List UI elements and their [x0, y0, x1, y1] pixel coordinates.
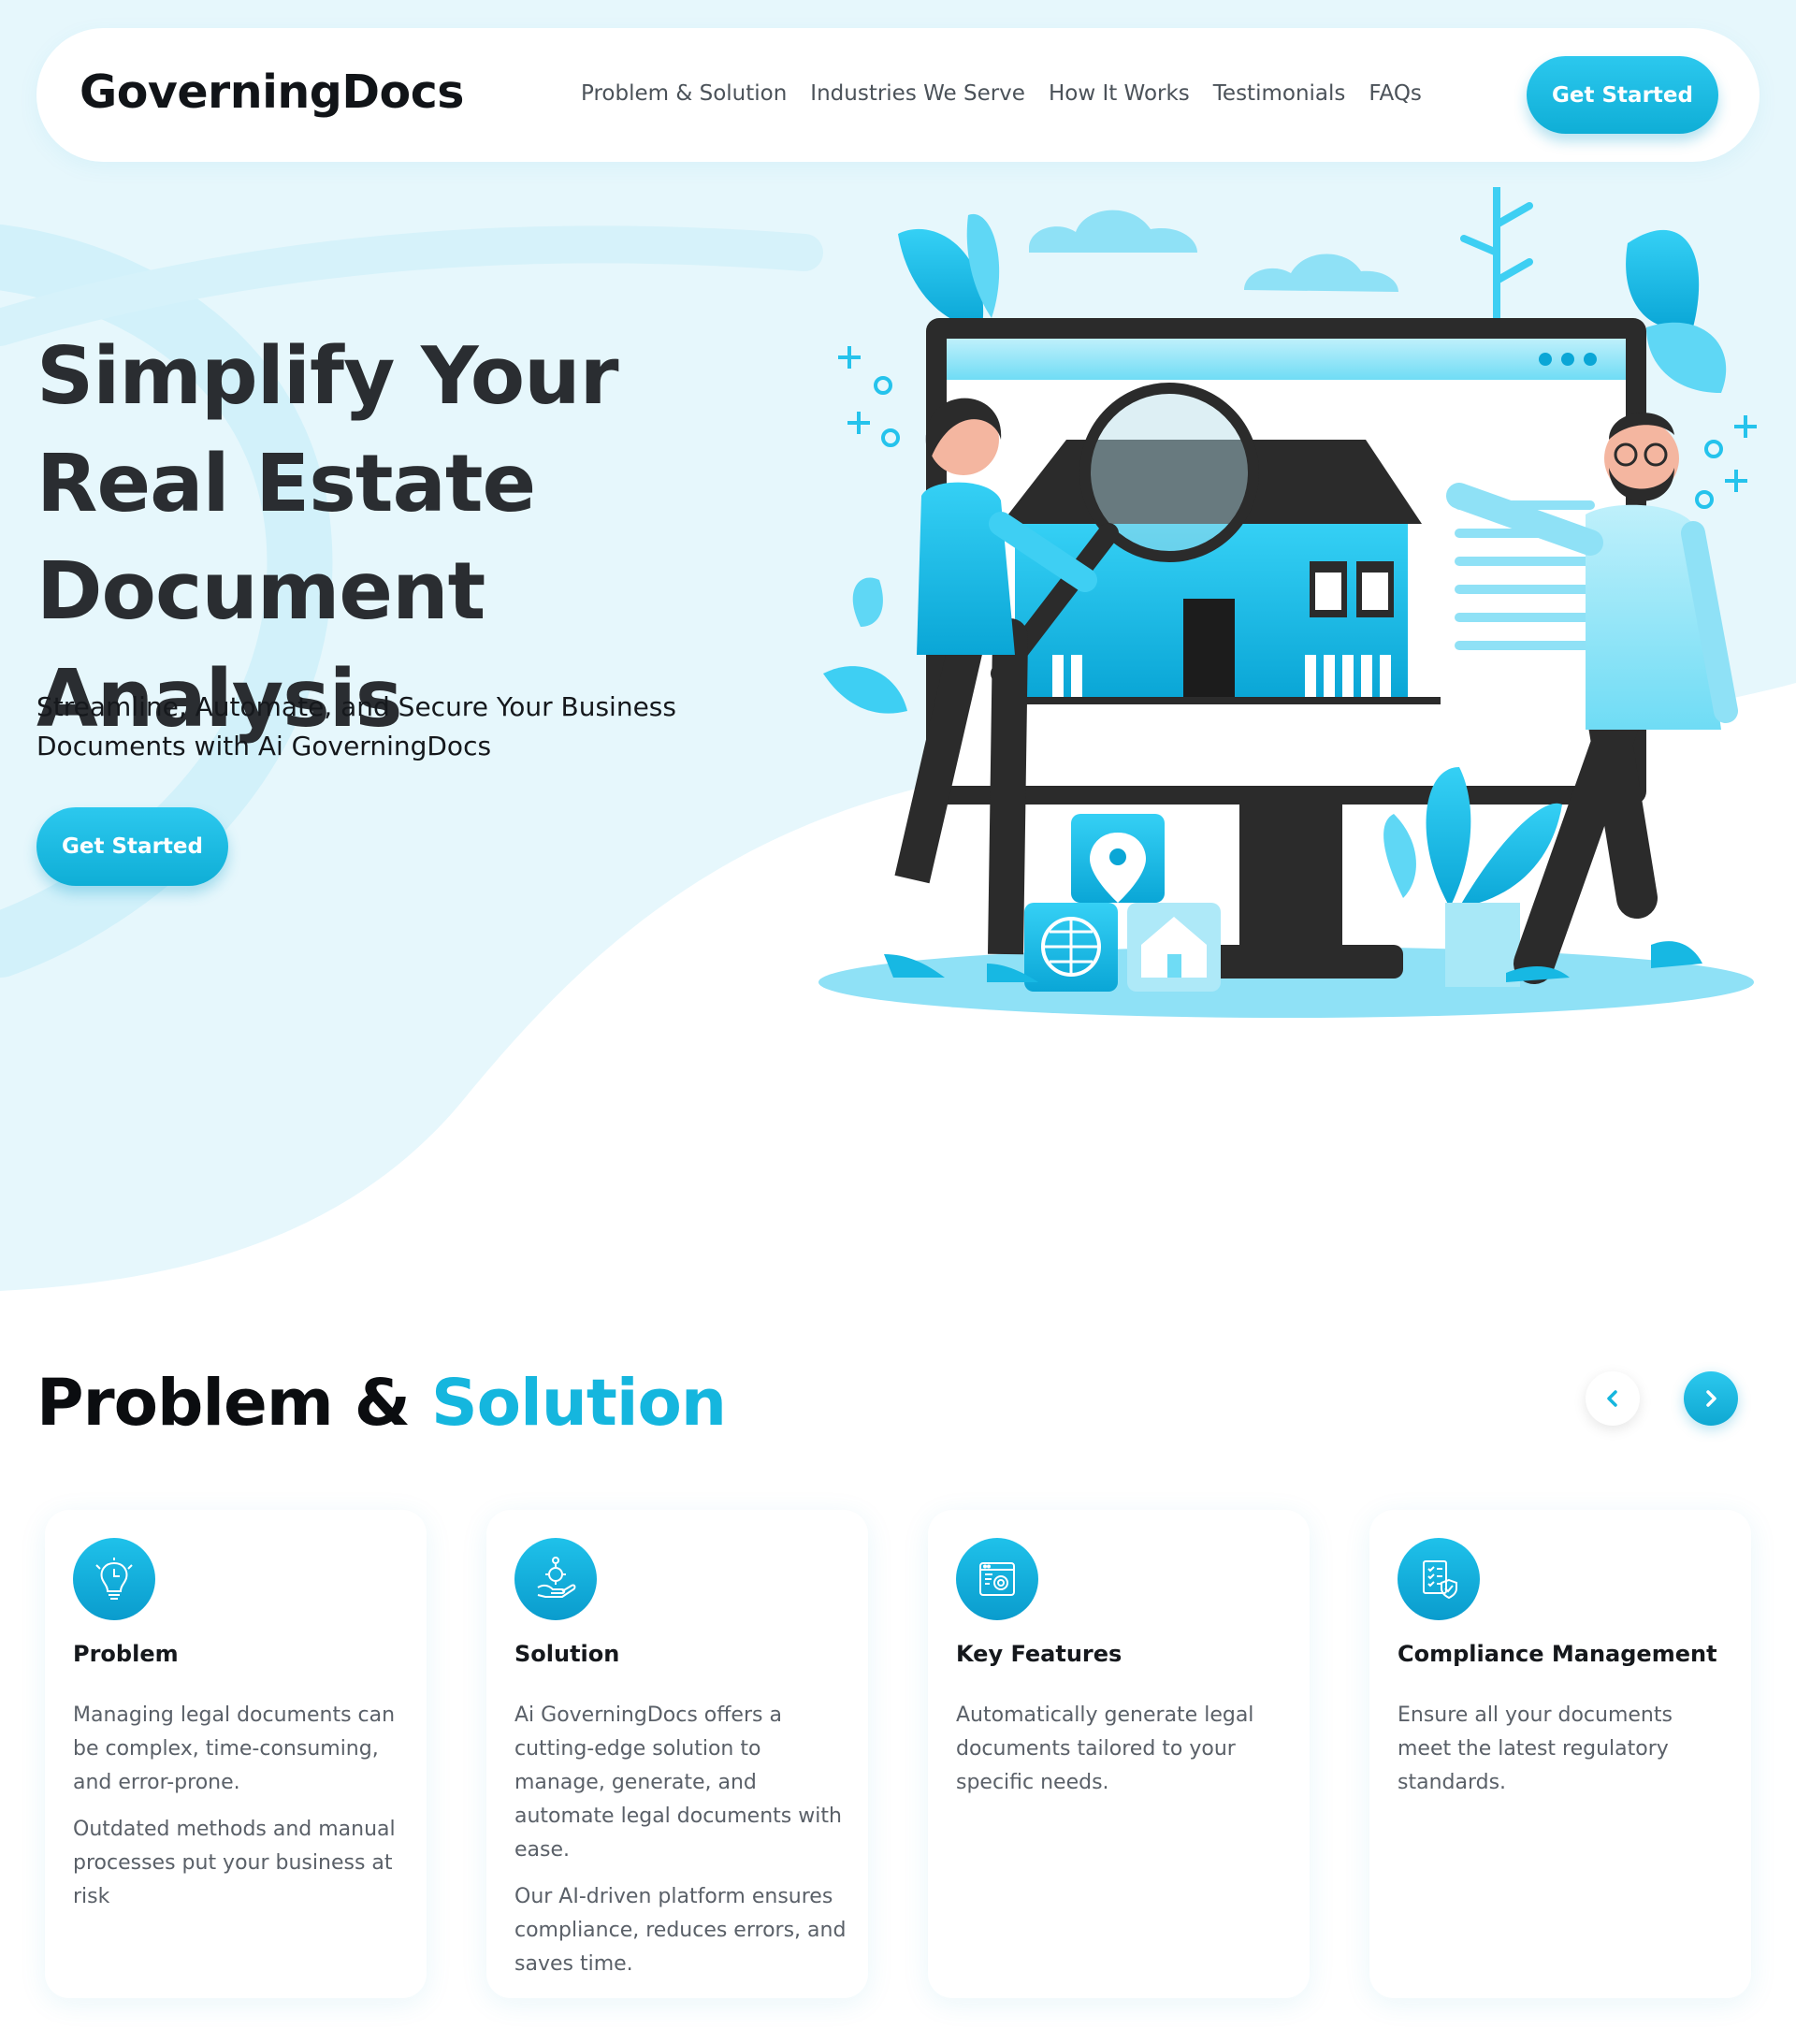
chevron-left-icon — [1607, 1390, 1617, 1407]
nav-link-industries[interactable]: Industries We Serve — [810, 77, 1025, 111]
carousel-prev-button[interactable] — [1586, 1371, 1640, 1426]
hero-illustration — [818, 187, 1757, 1018]
hand-gear-icon — [514, 1538, 597, 1620]
header-get-started-button[interactable]: Get Started — [1527, 56, 1718, 134]
section-title: Problem & Solution — [36, 1366, 727, 1441]
card-body: Ensure all your documents meet the lates… — [1398, 1699, 1730, 1813]
card-paragraph: Automatically generate legal documents t… — [956, 1703, 1254, 1794]
card-paragraph: Outdated methods and manual processes pu… — [73, 1818, 396, 1908]
site-header: GoverningDocs Problem & Solution Industr… — [36, 28, 1760, 162]
card-solution: Solution Ai GoverningDocs offers a cutti… — [486, 1510, 868, 1998]
hero-get-started-button[interactable]: Get Started — [36, 807, 228, 886]
lightbulb-puzzle-icon — [73, 1538, 155, 1620]
card-body: Managing legal documents can be complex,… — [73, 1699, 405, 1927]
nav-link-problem-solution[interactable]: Problem & Solution — [581, 77, 787, 111]
checklist-shield-icon — [1398, 1538, 1480, 1620]
carousel-next-button[interactable] — [1684, 1371, 1738, 1426]
card-paragraph: Ensure all your documents meet the lates… — [1398, 1703, 1673, 1794]
card-paragraph: Ai GoverningDocs offers a cutting-edge s… — [514, 1703, 842, 1862]
card-title: Problem — [73, 1641, 179, 1667]
card-title: Compliance Management — [1398, 1641, 1717, 1667]
card-compliance: Compliance Management Ensure all your do… — [1369, 1510, 1751, 1998]
nav-link-testimonials[interactable]: Testimonials — [1213, 77, 1346, 111]
card-key-features: Key Features Automatically generate lega… — [928, 1510, 1310, 1998]
card-body: Ai GoverningDocs offers a cutting-edge s… — [514, 1699, 847, 1994]
card-paragraph: Our AI-driven platform ensures complianc… — [514, 1885, 847, 1976]
card-paragraph: Managing legal documents can be complex,… — [73, 1703, 396, 1794]
chevron-right-icon — [1706, 1390, 1716, 1407]
card-title: Solution — [514, 1641, 620, 1667]
hero-subtitle: Streamline, Automate, and Secure Your Bu… — [36, 691, 676, 761]
card-title: Key Features — [956, 1641, 1122, 1667]
section-title-main: Problem & — [36, 1366, 431, 1441]
browser-gear-icon — [956, 1538, 1038, 1620]
nav-link-how-it-works[interactable]: How It Works — [1049, 77, 1190, 111]
card-body: Automatically generate legal documents t… — [956, 1699, 1288, 1813]
card-problem: Problem Managing legal documents can be … — [45, 1510, 427, 1998]
nav-link-faqs[interactable]: FAQs — [1369, 77, 1422, 111]
logo[interactable]: GoverningDocs — [80, 65, 464, 119]
cards-row: Problem Managing legal documents can be … — [45, 1510, 1796, 1998]
main-nav: Problem & Solution Industries We Serve H… — [581, 77, 1445, 111]
section-title-accent: Solution — [430, 1366, 727, 1441]
